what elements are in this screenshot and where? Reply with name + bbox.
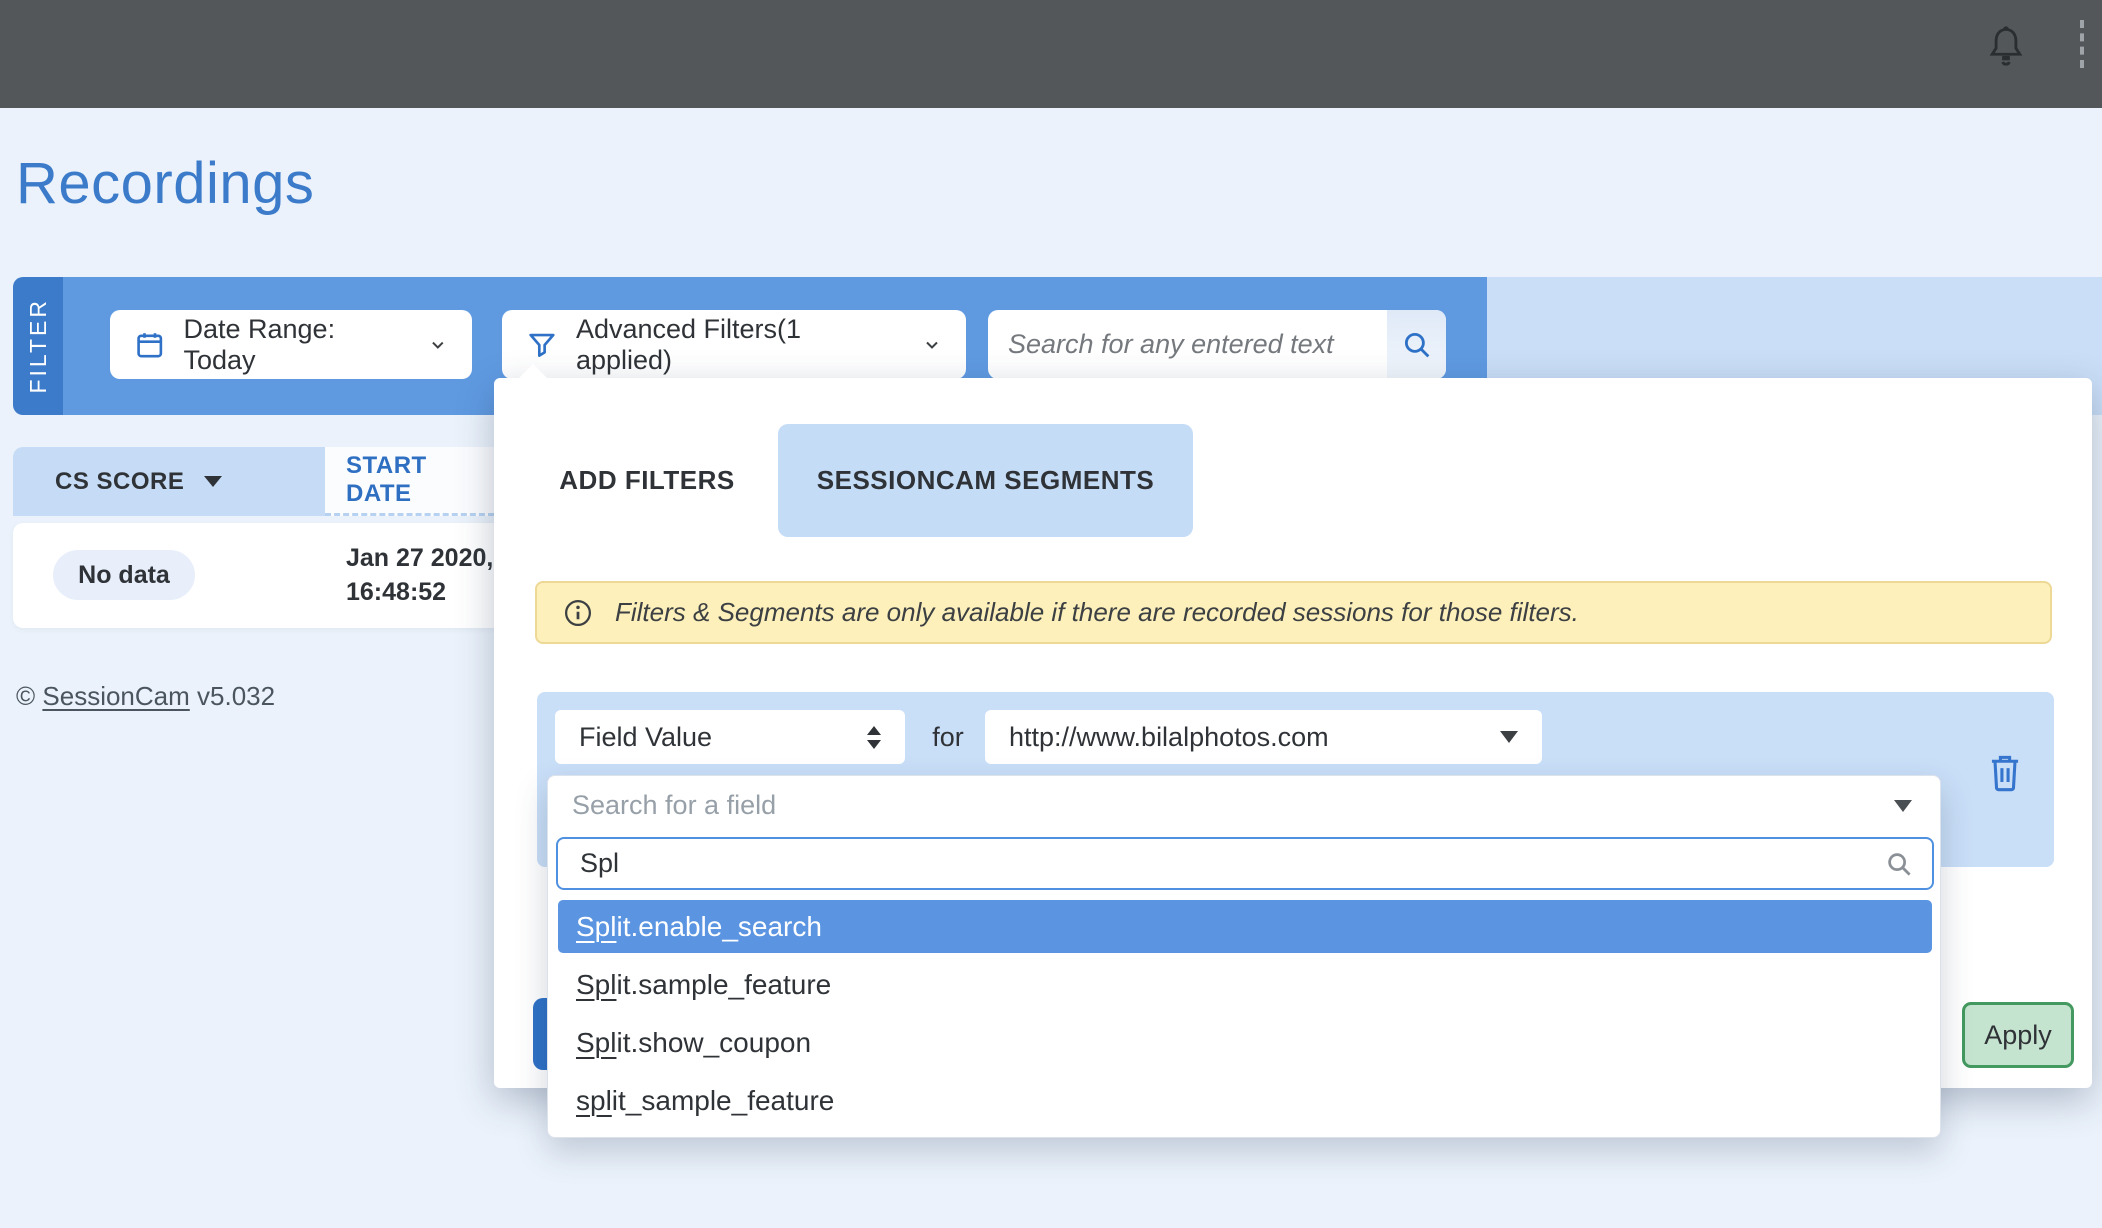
start-date-line2: 16:48:52 xyxy=(346,575,493,609)
sort-descending-icon xyxy=(204,476,222,487)
top-nav xyxy=(0,0,2102,108)
start-date-cell: Jan 27 2020, 16:48:52 xyxy=(346,541,493,609)
field-type-select[interactable]: Field Value xyxy=(555,710,905,764)
info-banner: Filters & Segments are only available if… xyxy=(535,581,2052,644)
field-option[interactable]: Split.enable_search xyxy=(558,900,1932,953)
field-search-dropdown: Search for a field Split.enable_searchSp… xyxy=(547,775,1941,1138)
select-arrow-icon xyxy=(1500,731,1518,743)
field-search-box xyxy=(556,837,1934,890)
site-select[interactable]: http://www.bilalphotos.com xyxy=(985,710,1542,764)
trash-icon xyxy=(1986,752,2024,792)
apply-button[interactable]: Apply xyxy=(1962,1002,2074,1068)
cs-score-badge: No data xyxy=(53,550,195,600)
cs-score-label: CS SCORE xyxy=(55,468,184,496)
kebab-menu-icon[interactable] xyxy=(2080,20,2084,68)
copyright-symbol: © xyxy=(16,681,42,711)
column-header-start-date[interactable]: START DATE xyxy=(325,447,494,516)
field-option[interactable]: split_sample_feature xyxy=(558,1074,1932,1127)
field-options-list: Split.enable_searchSplit.sample_featureS… xyxy=(558,900,1932,1132)
tab-add-filters[interactable]: ADD FILTERS xyxy=(542,424,752,537)
start-date-label: START DATE xyxy=(346,452,494,508)
sessioncam-link[interactable]: SessionCam xyxy=(42,681,189,711)
field-option[interactable]: Split.show_coupon xyxy=(558,1016,1932,1069)
field-option[interactable]: Split.sample_feature xyxy=(558,958,1932,1011)
info-icon xyxy=(563,598,593,628)
version-label: v5.032 xyxy=(190,681,275,711)
text-search xyxy=(988,310,1446,379)
field-select-placeholder: Search for a field xyxy=(572,790,776,821)
field-search-input[interactable] xyxy=(580,848,1884,879)
advanced-filters-label: Advanced Filters(1 applied) xyxy=(576,314,904,376)
advanced-filters-button[interactable]: Advanced Filters(1 applied) xyxy=(502,310,966,379)
tab-sessioncam-segments[interactable]: SESSIONCAM SEGMENTS xyxy=(778,424,1193,537)
for-label: for xyxy=(925,710,971,764)
page-title: Recordings xyxy=(16,150,314,217)
search-button[interactable] xyxy=(1387,310,1446,379)
info-banner-text: Filters & Segments are only available if… xyxy=(615,597,1579,628)
notifications-bell-icon[interactable] xyxy=(1986,24,2026,68)
start-date-line1: Jan 27 2020, xyxy=(346,541,493,575)
filter-tab-label: FILTER xyxy=(25,298,52,394)
chevron-down-icon xyxy=(922,335,942,355)
select-spinner-icon xyxy=(867,726,881,749)
date-range-button[interactable]: Date Range: Today xyxy=(110,310,472,379)
dropdown-arrow-icon xyxy=(1894,800,1912,812)
site-select-value: http://www.bilalphotos.com xyxy=(1009,722,1329,753)
search-icon xyxy=(1884,849,1914,879)
calendar-icon xyxy=(134,329,165,361)
delete-filter-button[interactable] xyxy=(1986,752,2024,792)
filter-tab[interactable]: FILTER xyxy=(13,277,63,415)
search-icon xyxy=(1400,328,1434,362)
column-header-cs-score[interactable]: CS SCORE xyxy=(13,447,325,516)
text-search-input[interactable] xyxy=(988,310,1387,379)
date-range-label: Date Range: Today xyxy=(183,314,410,376)
funnel-icon xyxy=(526,329,558,361)
footer-copyright: © SessionCam v5.032 xyxy=(16,681,275,712)
chevron-down-icon xyxy=(428,335,448,355)
field-select-display[interactable]: Search for a field xyxy=(548,776,1940,835)
field-type-value: Field Value xyxy=(579,722,712,753)
